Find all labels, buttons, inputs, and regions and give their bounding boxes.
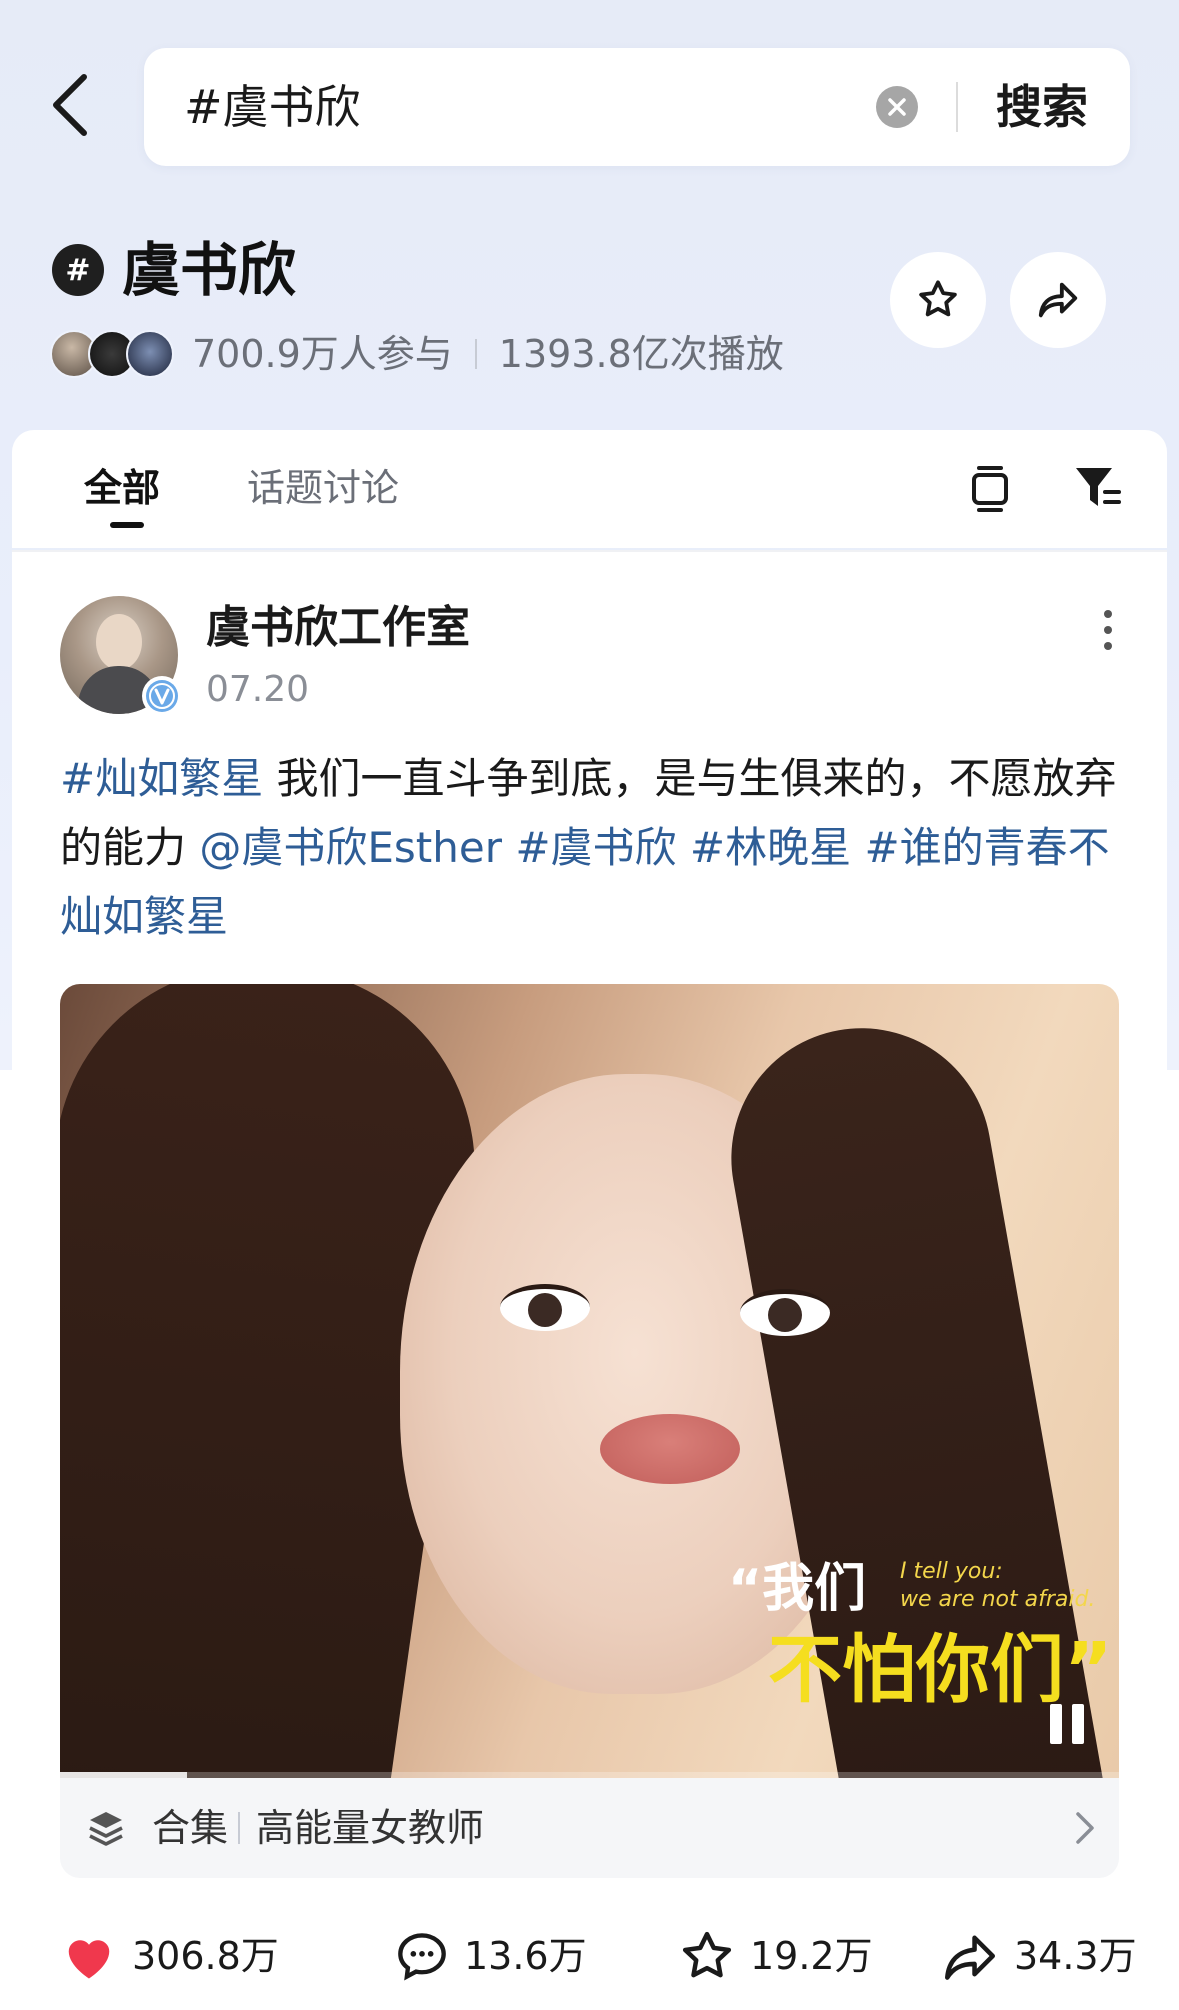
chevron-right-icon: [1076, 1812, 1094, 1844]
collection-title: 高能量女教师: [256, 1806, 485, 1850]
hashtag-link[interactable]: #灿如繁星: [60, 754, 263, 803]
verified-icon: [142, 676, 182, 716]
clear-icon[interactable]: [876, 86, 918, 128]
more-icon[interactable]: [1088, 600, 1128, 660]
favorite-icon: [682, 1931, 732, 1978]
tab-bar: 全部 话题讨论: [12, 430, 1167, 548]
like-count: 306.8万: [132, 1934, 279, 1978]
hashtag-icon: #: [52, 244, 104, 296]
hashtag-link[interactable]: #林晚星: [690, 823, 851, 872]
tab-active-indicator: [110, 522, 144, 528]
plays-count: 1393.8亿次播放: [498, 332, 784, 376]
avatar: [126, 330, 174, 378]
filter-icon: [1076, 468, 1121, 506]
collection-divider: [238, 1812, 240, 1844]
pause-icon[interactable]: [1050, 1704, 1090, 1748]
layers-icon: [972, 466, 1008, 512]
filter-button[interactable]: [1070, 460, 1126, 516]
heart-icon: [68, 1940, 110, 1979]
search-divider: [956, 82, 958, 132]
layout-toggle-button[interactable]: [962, 460, 1018, 516]
topic-title: 虞书欣: [122, 236, 297, 304]
back-button[interactable]: [40, 70, 100, 140]
video-caption-line1: “我们: [728, 1559, 867, 1619]
collection-bar[interactable]: 合集 高能量女教师: [60, 1778, 1119, 1878]
share-icon: [1038, 282, 1078, 318]
share-topic-button[interactable]: [1010, 252, 1106, 348]
video-caption-english: I tell you: we are not afraid.: [900, 1559, 1096, 1612]
back-arrow-icon: [53, 74, 87, 136]
search-input[interactable]: #虞书欣 搜索: [144, 48, 1130, 166]
video-player[interactable]: “我们 I tell you: we are not afraid. 不怕你们”: [60, 984, 1119, 1778]
collection-stack-icon: [89, 1812, 123, 1846]
forward-icon: [945, 1935, 995, 1980]
topic-stats: 700.9万人参与 1393.8亿次播放: [192, 326, 784, 382]
video-caption-line2: 不怕你们”: [768, 1627, 1113, 1713]
collection-label: 合集: [152, 1806, 229, 1850]
tab-all[interactable]: 全部: [84, 460, 160, 516]
search-query[interactable]: #虞书欣: [184, 48, 361, 166]
favorite-button[interactable]: 19.2万: [680, 1926, 873, 1986]
participants-count: 700.9万人参与: [192, 332, 453, 376]
share-button[interactable]: 34.3万: [942, 1926, 1137, 1986]
comment-count: 13.6万: [464, 1934, 587, 1978]
author-name[interactable]: 虞书欣工作室: [206, 596, 470, 660]
stats-divider: [474, 339, 477, 369]
favorite-topic-button[interactable]: [890, 252, 986, 348]
star-icon: [919, 280, 957, 317]
mention-link[interactable]: @虞书欣Esther: [199, 823, 502, 872]
search-button[interactable]: 搜索: [996, 48, 1088, 166]
like-button[interactable]: 306.8万: [62, 1926, 279, 1986]
participant-avatars[interactable]: [50, 330, 180, 378]
share-count: 34.3万: [1014, 1934, 1137, 1978]
tab-discussion[interactable]: 话题讨论: [247, 460, 399, 516]
comment-icon: [398, 1933, 446, 1981]
post-date: 07.20: [206, 669, 310, 710]
comment-button[interactable]: 13.6万: [396, 1926, 587, 1986]
post-text: #灿如繁星 我们一直斗争到底，是与生俱来的，不愿放弃的能力 @虞书欣Esther…: [60, 744, 1130, 951]
favorite-count: 19.2万: [750, 1934, 873, 1978]
hashtag-link[interactable]: #虞书欣: [515, 823, 676, 872]
